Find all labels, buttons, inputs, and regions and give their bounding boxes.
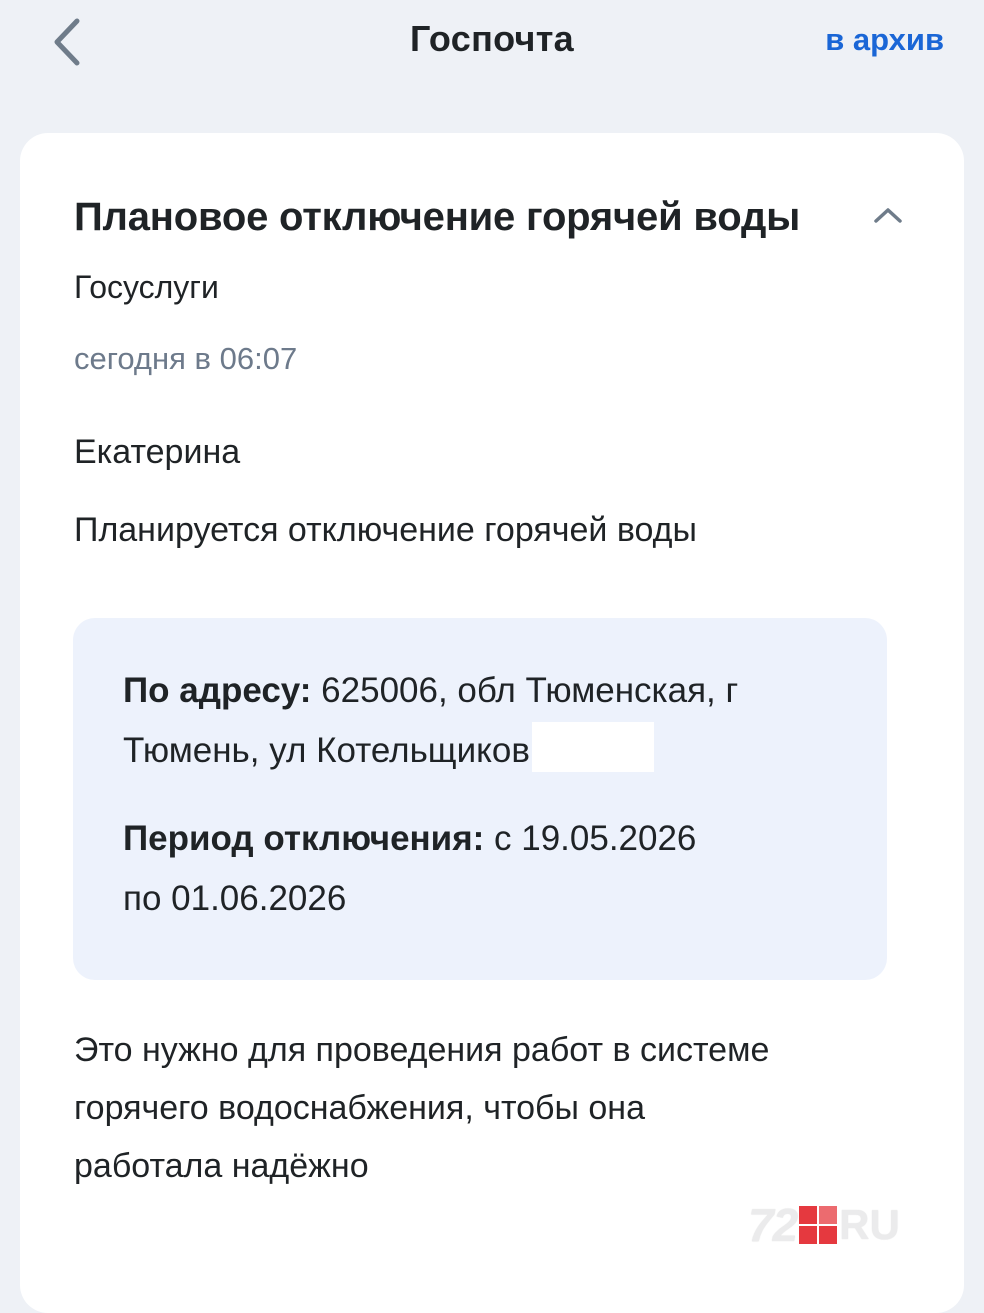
message-footer: Это нужно для проведения работ в системе… <box>74 1021 914 1195</box>
footer-line-2: горячего водоснабжения, чтобы она <box>74 1089 645 1127</box>
collapse-button[interactable] <box>868 195 908 235</box>
watermark-ru: RU <box>839 1201 900 1248</box>
message-greeting: Екатерина <box>74 433 241 471</box>
watermark-logo: 72 RU <box>748 1199 900 1251</box>
top-bar: Госпочта в архив <box>0 0 984 90</box>
address-line-1: По адресу: 625006, обл Тюменская, г <box>123 662 738 720</box>
message-lead: Планируется отключение горячей воды <box>74 511 697 549</box>
message-time: сегодня в 06:07 <box>74 341 298 376</box>
period-value-2: по 01.06.2026 <box>123 879 347 918</box>
period-line-1: Период отключения: с 19.05.2026 <box>123 810 696 868</box>
address-value-2: Тюмень, ул Котельщиков <box>123 731 530 770</box>
archive-button[interactable]: в архив <box>825 22 944 58</box>
watermark-72: 72 <box>748 1199 798 1251</box>
period-value-1: с 19.05.2026 <box>484 819 697 858</box>
address-label: По адресу: <box>123 671 312 710</box>
message-subject: Плановое отключение горячей воды <box>74 195 801 239</box>
address-value-1: 625006, обл Тюменская, г <box>311 671 739 710</box>
message-card: Плановое отключение горячей воды Госуслу… <box>20 133 964 1313</box>
details-box: По адресу: 625006, обл Тюменская, г Тюме… <box>73 618 887 980</box>
address-line-2: Тюмень, ул Котельщиков <box>123 722 654 780</box>
redaction-mask <box>531 722 654 772</box>
period-label: Период отключения: <box>123 819 485 858</box>
chevron-up-icon <box>874 208 902 223</box>
watermark-square-icon <box>799 1206 838 1244</box>
footer-line-3: работала надёжно <box>74 1147 369 1185</box>
footer-line-1: Это нужно для проведения работ в системе <box>74 1031 770 1069</box>
period-line-2: по 01.06.2026 <box>123 870 346 928</box>
message-sender: Госуслуги <box>74 269 219 305</box>
